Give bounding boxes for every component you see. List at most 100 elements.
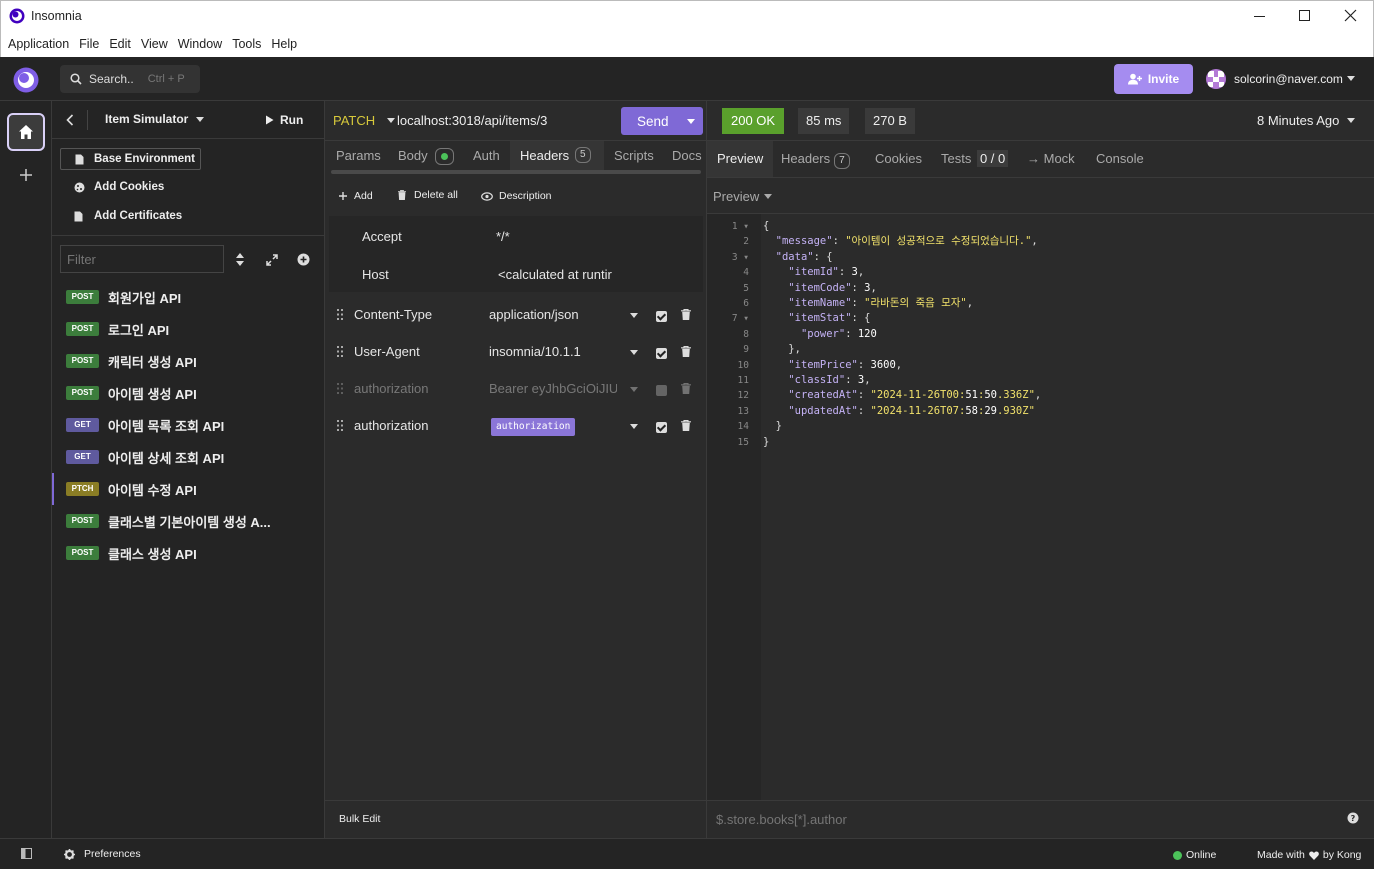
response-tabs: Preview Headers 7 Cookies Tests 0 / 0 → M… — [707, 141, 1374, 177]
request-item[interactable]: POST 회원가입 API — [52, 281, 324, 313]
made-with-kong-link[interactable]: Made with by Kong — [1257, 849, 1361, 861]
drag-handle-icon[interactable] — [337, 309, 344, 320]
user-avatar[interactable] — [1206, 69, 1226, 89]
history-selector[interactable]: 8 Minutes Ago — [1257, 113, 1356, 128]
tab-docs[interactable]: Docs — [672, 146, 702, 166]
drag-handle-icon[interactable] — [337, 420, 344, 431]
menu-item-tools[interactable]: Tools — [232, 32, 261, 56]
request-item[interactable]: GET 아이템 상세 조회 API — [52, 441, 324, 473]
request-item[interactable]: POST 캐릭터 생성 API — [52, 345, 324, 377]
send-button[interactable]: Send — [621, 107, 703, 135]
delete-header-icon[interactable] — [681, 420, 691, 431]
chevron-down-icon[interactable] — [630, 350, 638, 355]
method-badge: POST — [66, 514, 99, 528]
add-header-button[interactable]: Add — [339, 190, 373, 202]
delete-header-icon[interactable] — [681, 383, 691, 394]
method-badge: POST — [66, 386, 99, 400]
header-value-tag[interactable]: authorization — [491, 418, 576, 436]
add-project-icon[interactable] — [20, 169, 32, 181]
request-item[interactable]: POST 아이템 생성 API — [52, 377, 324, 409]
close-icon[interactable] — [1344, 9, 1357, 22]
filter-input[interactable] — [60, 245, 224, 273]
sort-icon[interactable] — [236, 253, 244, 266]
menu-item-edit[interactable]: Edit — [109, 32, 131, 56]
tab-console[interactable]: Console — [1096, 149, 1144, 169]
home-button[interactable] — [7, 113, 45, 151]
menu-item-file[interactable]: File — [79, 32, 99, 56]
menu-item-window[interactable]: Window — [178, 32, 222, 56]
chevron-down-icon[interactable] — [630, 424, 638, 429]
description-toggle[interactable]: Description — [481, 190, 552, 202]
header-disabled-checkbox[interactable] — [656, 385, 667, 396]
header-key[interactable]: Content-Type — [354, 307, 432, 322]
drag-handle-icon[interactable] — [337, 346, 344, 357]
menu-item-view[interactable]: View — [141, 32, 168, 56]
code-line: "classId": 3, — [788, 374, 871, 386]
base-environment-button[interactable]: Base Environment — [60, 148, 201, 170]
header-value[interactable]: Bearer eyJhbGciOiJIUz — [489, 381, 617, 396]
add-cookies-button[interactable]: Add Cookies — [74, 181, 164, 193]
tab-headers[interactable]: Headers 5 — [510, 141, 604, 171]
tab-preview[interactable]: Preview — [707, 141, 773, 177]
run-button[interactable]: Run — [265, 113, 303, 127]
response-size: 270 B — [865, 108, 915, 134]
tab-body[interactable]: Body — [398, 146, 455, 166]
header-key[interactable]: authorization — [354, 418, 428, 433]
search-button[interactable]: Search.. Ctrl + P — [60, 65, 200, 93]
chevron-down-icon[interactable] — [630, 313, 638, 318]
user-menu-chevron-icon[interactable] — [1347, 76, 1355, 81]
tab-scripts[interactable]: Scripts — [614, 146, 654, 166]
request-item[interactable]: POST 클래스 생성 API — [52, 537, 324, 569]
add-request-icon[interactable] — [297, 253, 310, 266]
code-line: } — [763, 420, 782, 433]
insomnia-home-logo-icon[interactable] — [13, 67, 39, 93]
toggle-sidebar-icon[interactable] — [21, 848, 32, 859]
send-options-chevron-icon[interactable] — [687, 119, 695, 124]
chevron-down-icon[interactable] — [630, 387, 638, 392]
tab-tests[interactable]: Tests 0 / 0 — [941, 149, 1009, 169]
invite-button[interactable]: Invite — [1114, 64, 1193, 94]
menu-item-help[interactable]: Help — [271, 32, 297, 56]
header-value[interactable]: insomnia/10.1.1 — [489, 344, 617, 359]
header-value[interactable]: application/json — [489, 307, 617, 322]
header-enabled-checkbox[interactable] — [656, 348, 667, 359]
search-icon — [70, 73, 82, 85]
request-item[interactable]: PTCH 아이템 수정 API — [52, 473, 324, 505]
tab-cookies[interactable]: Cookies — [875, 149, 922, 169]
header-enabled-checkbox[interactable] — [656, 422, 667, 433]
request-item[interactable]: GET 아이템 목록 조회 API — [52, 409, 324, 441]
request-item[interactable]: POST 로그인 API — [52, 313, 324, 345]
header-key[interactable]: authorization — [354, 381, 428, 396]
collection-selector[interactable]: Item Simulator — [105, 112, 205, 126]
preview-mode-selector[interactable]: Preview — [713, 189, 773, 204]
help-icon[interactable]: ? — [1347, 812, 1359, 824]
minimize-icon[interactable] — [1254, 16, 1265, 17]
tab-auth[interactable]: Auth — [473, 146, 500, 166]
add-certificates-button[interactable]: Add Certificates — [74, 210, 182, 222]
request-name: 클래스별 기본아이템 생성 A... — [108, 514, 271, 530]
url-input[interactable]: localhost:3018/api/items/3 — [397, 113, 547, 128]
tab-mock[interactable]: → Mock — [1027, 149, 1075, 169]
response-body-viewer[interactable]: 1 ▾ {2 "message": "아이템이 성공적으로 수정되었습니다.", 3… — [707, 219, 1374, 799]
delete-all-button[interactable]: Delete all — [398, 189, 458, 201]
expand-icon[interactable] — [266, 254, 278, 266]
menu-item-application[interactable]: Application — [8, 32, 69, 56]
maximize-icon[interactable] — [1299, 10, 1310, 21]
response-filter-input[interactable] — [711, 807, 1311, 831]
drag-handle-icon[interactable] — [337, 383, 344, 394]
line-number: 2 — [743, 236, 749, 248]
back-chevron-icon[interactable] — [66, 114, 74, 126]
header-key[interactable]: User-Agent — [354, 344, 420, 359]
header-enabled-checkbox[interactable] — [656, 311, 667, 322]
delete-header-icon[interactable] — [681, 309, 691, 320]
method-selector[interactable]: PATCH — [333, 113, 396, 128]
preferences-button[interactable]: Preferences — [64, 848, 141, 860]
tab-params[interactable]: Params — [336, 146, 381, 166]
tab-response-headers[interactable]: Headers 7 — [781, 149, 850, 169]
bulk-edit-button[interactable]: Bulk Edit — [339, 813, 380, 825]
code-line: "itemStat": { — [788, 312, 871, 325]
request-item[interactable]: POST 클래스별 기본아이템 생성 A... — [52, 505, 324, 537]
chevron-down-icon — [387, 118, 396, 123]
user-email[interactable]: solcorin@naver.com — [1234, 72, 1343, 86]
delete-header-icon[interactable] — [681, 346, 691, 357]
